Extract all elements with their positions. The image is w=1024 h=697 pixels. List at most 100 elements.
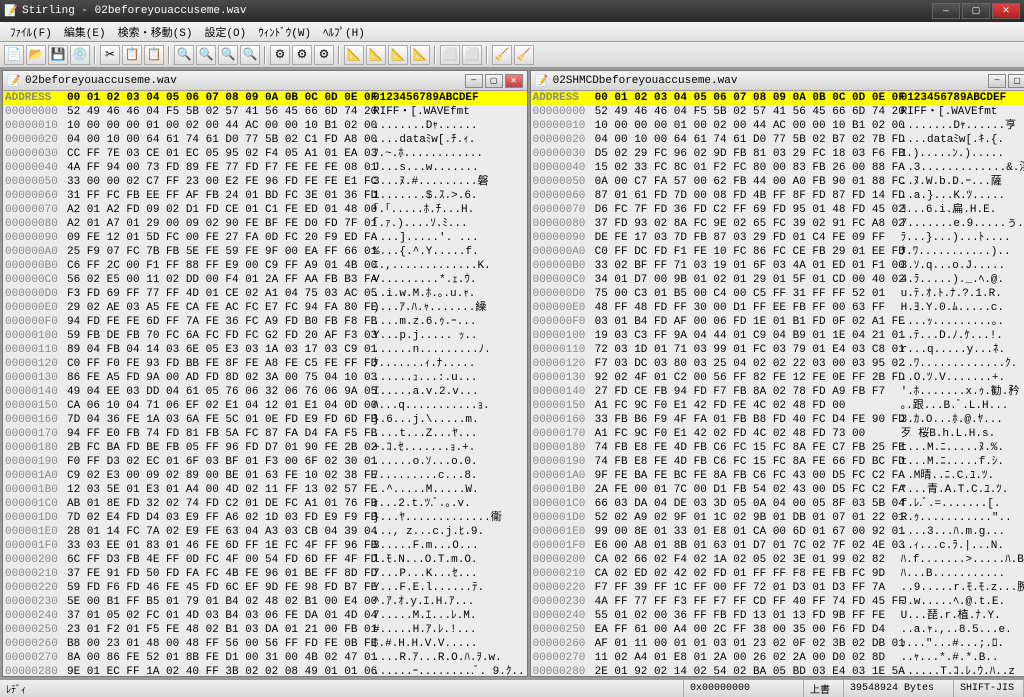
hex-ascii[interactable]: ﾀ.ﾜ...........).. (901, 245, 1024, 259)
hex-bytes[interactable]: AB 01 8E FD 32 02 74 FD C2 01 DE FC A1 0… (67, 497, 373, 511)
hex-row[interactable]: 0000013092 02 4F 01 C2 00 56 FF 82 FE 12… (533, 371, 1024, 385)
hex-row[interactable]: 000001802B FC BA FD BE FB 05 FF 96 FD D7… (5, 441, 525, 455)
hex-ascii[interactable]: )...ｱ.ﾊ.ｬ.......繰 (373, 301, 525, 315)
hex-ascii[interactable]: ..^.....M.....W. (373, 483, 525, 497)
hex-ascii[interactable]: ﾌ.~.ﾎ............ (373, 147, 525, 161)
hex-ascii[interactable]: ..ﾇ.W.b.D.ｰ...薩 (901, 175, 1024, 189)
hex-ascii[interactable]: 3.ｶ.O...ﾎ.@.ﾔ... (901, 413, 1024, 427)
hex-bytes[interactable]: EA FF 61 00 A4 00 2C FF 38 00 35 00 F6 F… (595, 623, 901, 637)
hex-row[interactable]: 000002304A FF 77 FF F3 FF F7 FF CD FF 40… (533, 595, 1024, 609)
hex-bytes[interactable]: CA 02 ED 02 42 02 FD 01 FF FF F8 FE FB F… (595, 567, 901, 581)
hex-row[interactable]: 0000001010 00 00 00 01 00 02 00 44 AC 00… (5, 119, 525, 133)
hex-ascii[interactable]: Y...p.j..... ｯ.. (373, 329, 525, 343)
toolbar-button[interactable]: ⬜ (440, 45, 460, 65)
toolbar-button[interactable]: 📐 (410, 45, 430, 65)
hex-row[interactable]: 0000010019 03 C3 FF 9A 04 44 01 C9 04 B9… (533, 329, 1024, 343)
hex-bytes[interactable]: F7 03 DC 03 80 03 25 04 02 02 22 03 00 0… (595, 357, 901, 371)
hex-ascii[interactable]: ﾕ.).....ﾝ.)..... (901, 147, 1024, 161)
hex-ascii[interactable]: ｢.｢.....ﾎ.ﾁ...H. (373, 203, 525, 217)
hex-row[interactable]: 000001F0E6 00 A8 01 8B 01 63 01 D7 01 7C… (533, 539, 1024, 553)
hex-ascii[interactable]: ........Dｬ......亨 (901, 119, 1024, 133)
hex-bytes[interactable]: 37 FE 91 FD 50 FD FA FC 4B FE 96 01 BE F… (67, 567, 373, 581)
hex-ascii[interactable]: t...M.ﾆ.....f.ｼ. (901, 455, 1024, 469)
hex-bytes[interactable]: D6 FC 7F FD 36 FD C2 FF 69 FD 95 01 48 F… (595, 203, 901, 217)
hex-row[interactable]: 000002305E 00 B1 FF B5 01 79 01 B4 02 48… (5, 595, 525, 609)
hex-ascii[interactable]: 3.....F.m...O... (373, 539, 525, 553)
hex-bytes[interactable]: B8 00 23 01 48 00 48 FF 56 00 56 FF FD F… (67, 637, 373, 651)
toolbar-button[interactable]: 📐 (344, 45, 364, 65)
hex-ascii[interactable]: J...s...w....... (373, 161, 525, 175)
hex-ascii[interactable]: ....R.ｱ...R.O.ﾊ.ｦ.w. (373, 651, 525, 665)
hex-ascii[interactable]: l.ﾓ.N...O.T.m.O. (373, 553, 525, 567)
hex-ascii[interactable]: ﾗ...}...)...ﾄ.... (901, 231, 1024, 245)
hex-row[interactable]: 0000025023 01 F2 01 F5 FE 48 02 B1 03 DA… (5, 623, 525, 637)
toolbar-button[interactable]: 💾 (48, 45, 68, 65)
hex-row[interactable]: 000001B02A FE 00 01 7C 00 D1 FB 54 02 43… (533, 483, 1024, 497)
hex-bytes[interactable]: A1 FC 9C F0 E1 42 02 FD 4C 02 48 FD 73 0… (595, 427, 901, 441)
hex-ascii[interactable]: ..ｬ...*.#.*.B.. (901, 651, 1024, 665)
toolbar-button[interactable]: ⬜ (462, 45, 482, 65)
hex-bytes[interactable]: 7D 02 E4 FD D4 03 E9 FF A6 02 1D 03 FD E… (67, 511, 373, 525)
hex-ascii[interactable]: ......o.ｿ...o.0. (373, 455, 525, 469)
hex-row[interactable]: 000002006C FF D3 FB 4E FF 0D FC 4F 00 54… (5, 553, 525, 567)
hex-row[interactable]: 0000004015 02 33 FC 8C 01 F2 FC 80 00 83… (533, 161, 1024, 175)
hex-ascii[interactable]: 4.ﾗ.....)._.ﾍ.@. (901, 273, 1024, 287)
hex-bytes[interactable]: 52 49 46 46 04 F5 5B 02 57 41 56 45 66 6… (67, 105, 373, 119)
hex-ascii[interactable]: ﾀ.......ｨ.ﾅ..... (373, 357, 525, 371)
hex-ascii[interactable]: ..9.....r.ﾓ.ﾓ.z...腕.. (901, 581, 1024, 595)
hex-row[interactable]: 0000017094 FF E0 FB 74 FD 81 FB 5A FC 87… (5, 427, 525, 441)
panel-close-button[interactable]: ✕ (505, 74, 523, 88)
hex-bytes[interactable]: 37 FD 93 02 8A FC 9E 02 65 FC 39 02 91 F… (595, 217, 901, 231)
hex-bytes[interactable]: A2 01 A2 FD 09 02 D1 FD CE 01 C1 FE ED 0… (67, 203, 373, 217)
hex-bytes[interactable]: 34 01 D7 00 9B 01 02 01 29 01 5F 01 CD 0… (595, 273, 901, 287)
hex-row[interactable]: 000000404A FF 94 00 73 FD 89 FE 77 FD F7… (5, 161, 525, 175)
hex-row[interactable]: 00000210CA 02 ED 02 42 02 FD 01 FF FF F8… (533, 567, 1024, 581)
hex-row[interactable]: 00000120F7 03 DC 03 80 03 25 04 02 02 22… (533, 357, 1024, 371)
hex-ascii[interactable]: +.ｺ.ｾ.......ｮ.+. (373, 441, 525, 455)
hex-ascii[interactable]: ......ｭ...:.u... (373, 371, 525, 385)
hex-ascii[interactable]: 1.......$.ｽ.>.6. (373, 189, 525, 203)
hex-bytes[interactable]: 52 49 46 46 04 F5 5B 02 57 41 56 45 66 6… (595, 105, 901, 119)
hex-bytes[interactable]: D5 02 29 FC 96 02 9D FB 81 03 29 FC 18 0… (595, 147, 901, 161)
hex-row[interactable]: 00000090DE FE 17 03 7D FB 87 03 29 FD 01… (533, 231, 1024, 245)
hex-ascii[interactable]: ....m.z.6.ｩ.ｰ... (373, 315, 525, 329)
hex-bytes[interactable]: C6 FF 2C 00 F1 FF 88 FF E9 00 C9 FF A9 0… (67, 259, 373, 273)
toolbar-button[interactable]: ✂ (100, 45, 120, 65)
hex-row[interactable]: 0000016033 FB B6 F9 4F FA 01 FB B8 FD 40… (533, 413, 1024, 427)
hex-ascii[interactable]: t...M.ﾆ.....ﾇ.%. (901, 441, 1024, 455)
hex-row[interactable]: 000001C0AB 01 8E FD 32 02 74 FD C2 01 DE… (5, 497, 525, 511)
toolbar-button[interactable]: ⚙ (314, 45, 334, 65)
hex-bytes[interactable]: 04 00 10 00 64 61 74 61 D0 77 5B 02 C1 F… (67, 133, 373, 147)
close-button[interactable]: ✕ (992, 3, 1020, 19)
hex-row[interactable]: 00000250EA FF 61 00 A4 00 2C FF 38 00 35… (533, 623, 1024, 637)
hex-row[interactable]: 0000013086 FE A5 FD 9A 00 AD FD 8D 02 3A… (5, 371, 525, 385)
hex-ascii[interactable]: RIFF・[.WAVEfmt (373, 105, 525, 119)
hex-ascii[interactable]: ..3.............&.淫 (901, 161, 1024, 175)
hex-bytes[interactable]: 94 FF E0 FB 74 FD 81 FB 5A FC 87 FA D4 F… (67, 427, 373, 441)
hex-bytes[interactable]: F0 FF D3 02 EC 01 6F 03 BF 01 F3 00 6F 0… (67, 455, 373, 469)
hex-ascii[interactable]: ..ﾃ...D.ﾉ.ｹ...!. (901, 329, 1024, 343)
hex-ascii[interactable]: 7...P...K...ｾ... (373, 567, 525, 581)
hex-row[interactable]: 000000A0C0 FF DC FD F1 FE 10 FC 86 FC CE… (533, 245, 1024, 259)
hex-ascii[interactable]: ｡.跟...B.ﾞ.L.H... (901, 399, 1024, 413)
hex-bytes[interactable]: 48 FF 48 FD FF 30 00 D1 FF EE FB FF 00 6… (595, 301, 901, 315)
hex-row[interactable]: 0000009009 FE 12 01 5D FC 00 FE 27 FA 0D… (5, 231, 525, 245)
hex-bytes[interactable]: CC FF 7E 03 CE 01 EC 05 95 02 F4 05 A1 0… (67, 147, 373, 161)
hex-ascii[interactable]: f.ﾚ.ﾞ.=.......[. (901, 497, 1024, 511)
hex-row[interactable]: 0000000052 49 46 46 04 F5 5B 02 57 41 56… (533, 105, 1024, 119)
hex-row[interactable]: 00000150CA 06 10 04 71 06 EF 02 E1 04 12… (5, 399, 525, 413)
hex-ascii[interactable]: ..i.w.M.ﾎ.｡.u.ｬ. (373, 287, 525, 301)
hex-row[interactable]: 000000F003 01 B4 FD AF 00 06 FD 1E 01 B1… (533, 315, 1024, 329)
hex-bytes[interactable]: 49 04 EE 03 DD 04 61 05 76 06 32 06 76 0… (67, 385, 373, 399)
hex-row[interactable]: 0000019074 FB E8 FE 4D FB C6 FC 15 FC 8A… (533, 455, 1024, 469)
hex-row[interactable]: 000000E029 02 AE 03 A5 FE CA FE AC FC E7… (5, 301, 525, 315)
toolbar-button[interactable]: 📂 (26, 45, 46, 65)
hex-bytes[interactable]: 6C FF D3 FB 4E FF 0D FC 4F 00 54 FD 6D F… (67, 553, 373, 567)
hex-ascii[interactable]: U...琵.r.植.ﾅ.Y. (901, 609, 1024, 623)
hex-ascii[interactable]: ..ﾜ.............ｸ. (901, 357, 1024, 371)
hex-row[interactable]: 0000002004 00 10 00 64 61 74 61 D0 77 5B… (533, 133, 1024, 147)
hex-row[interactable]: 00000030D5 02 29 FC 96 02 9D FB 81 03 29… (533, 147, 1024, 161)
toolbar-button[interactable]: 🔍 (196, 45, 216, 65)
hex-ascii[interactable]: ..M晴..ﾆ.C.ﾕ.ﾂ. (901, 469, 1024, 483)
hex-bytes[interactable]: 59 FD F6 FD 46 FE 45 FD 6C EF 9D FE 98 F… (67, 581, 373, 595)
